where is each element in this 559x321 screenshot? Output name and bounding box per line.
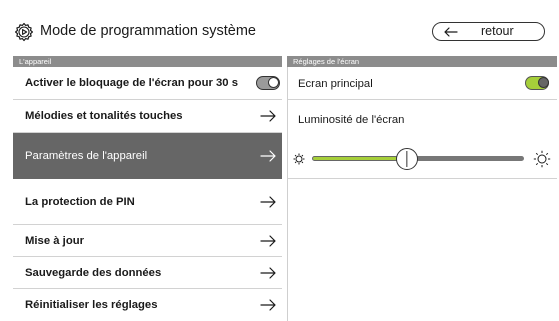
list-item-label: Mise à jour: [25, 234, 85, 247]
main-screen-label: Ecran principal: [298, 78, 373, 90]
slider-fill: [312, 156, 398, 161]
arrow-right-icon: [260, 234, 276, 247]
screen-lock-toggle[interactable]: [256, 76, 280, 90]
main-screen-toggle[interactable]: [525, 76, 549, 90]
right-panel-heading: Réglages de l'écran: [287, 56, 557, 67]
screen: Mode de programmation système retour L'a…: [0, 0, 559, 321]
toggle-knob: [268, 77, 279, 88]
screen-settings-panel: Ecran principal Luminosité de l'écran: [287, 67, 557, 321]
brightness-row: Luminosité de l'écran: [288, 100, 557, 179]
list-item-label: La protection de PIN: [25, 195, 135, 208]
list-item-update[interactable]: Mise à jour: [13, 225, 282, 257]
slider-thumb[interactable]: [396, 148, 418, 170]
main-screen-row[interactable]: Ecran principal: [288, 67, 557, 100]
device-menu: Activer le bloquage de l'écran pour 30 s…: [13, 67, 282, 321]
list-item-label: Mélodies et tonalités touches: [25, 110, 183, 122]
arrow-right-icon: [260, 149, 276, 162]
arrow-right-icon: [260, 299, 276, 311]
arrow-right-icon: [260, 266, 276, 279]
brightness-low-icon: [293, 153, 305, 165]
list-item-label: Sauvegarde des données: [25, 266, 162, 279]
list-item-label: Activer le bloquage de l'écran pour 30 s: [25, 77, 239, 89]
brightness-label: Luminosité de l'écran: [298, 114, 405, 126]
list-item-label: Réinitialiser les réglages: [25, 299, 158, 311]
toggle-knob: [538, 77, 549, 88]
list-item-screen-lock[interactable]: Activer le bloquage de l'écran pour 30 s: [13, 67, 282, 100]
arrow-right-icon: [260, 195, 276, 208]
slider-track: [416, 156, 524, 161]
left-panel-heading: L'appareil: [13, 56, 282, 67]
arrow-left-icon: [444, 27, 458, 37]
list-item-label: Paramètres de l'appareil: [25, 149, 148, 162]
back-label: retour: [481, 24, 514, 38]
brightness-slider[interactable]: [312, 148, 524, 170]
list-item-melodies[interactable]: Mélodies et tonalités touches: [13, 100, 282, 133]
header: Mode de programmation système retour: [0, 0, 559, 50]
list-item-device-settings[interactable]: Paramètres de l'appareil: [13, 133, 282, 179]
list-item-reset[interactable]: Réinitialiser les réglages: [13, 289, 282, 321]
brightness-high-icon: [533, 150, 551, 168]
back-button[interactable]: retour: [432, 22, 545, 41]
gear-play-icon[interactable]: [14, 22, 34, 42]
arrow-right-icon: [260, 110, 276, 122]
page-title: Mode de programmation système: [40, 23, 256, 39]
list-item-pin-protection[interactable]: La protection de PIN: [13, 179, 282, 225]
list-item-backup[interactable]: Sauvegarde des données: [13, 257, 282, 289]
